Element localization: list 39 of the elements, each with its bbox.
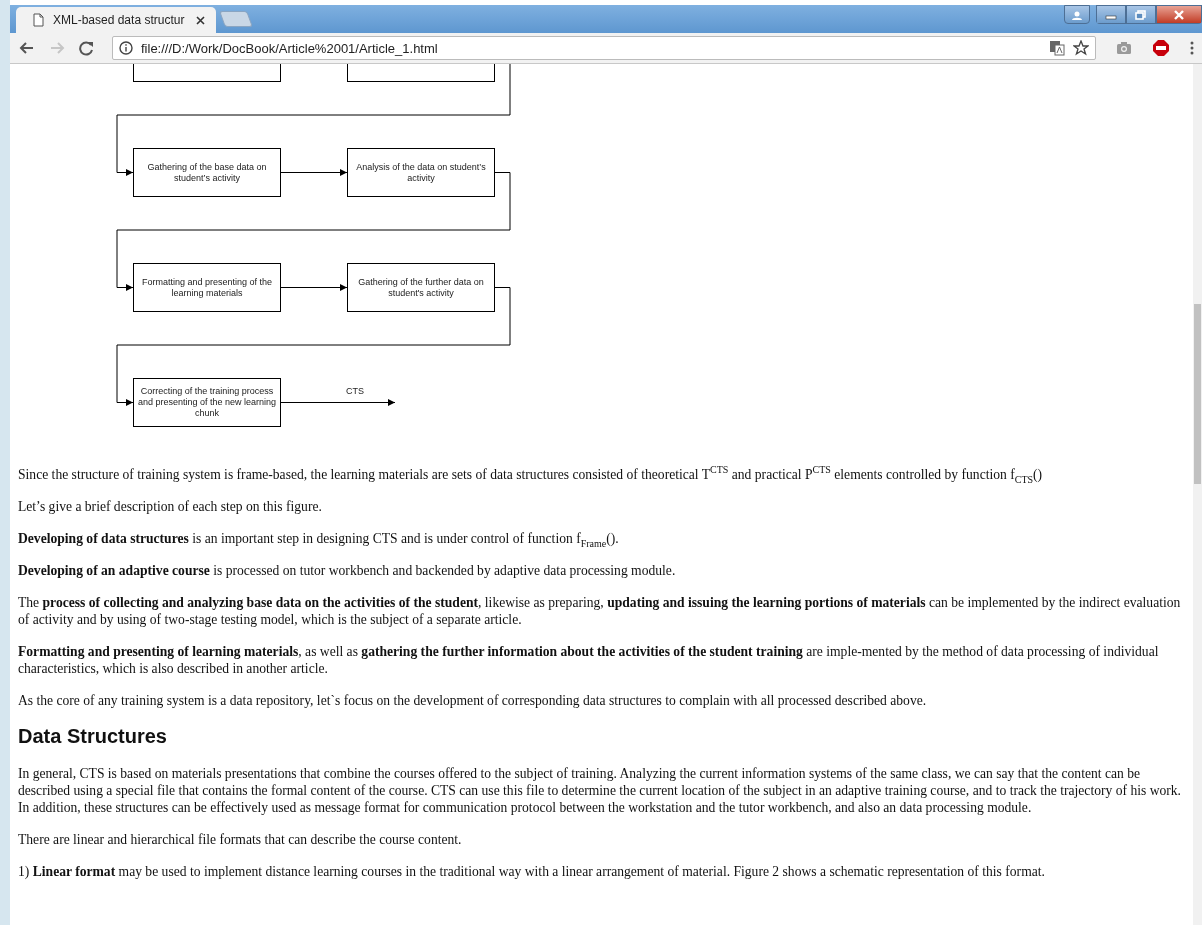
- paragraph: Developing of an adaptive course is processed on tutor workbench and backended by adaptive data processing module.: [18, 562, 677, 579]
- address-field[interactable]: file:///D:/Work/DocBook/Article%2001/Article_1.html: [112, 36, 1096, 60]
- adblock-icon[interactable]: [1152, 39, 1170, 57]
- minimize-button[interactable]: [1096, 5, 1126, 24]
- close-icon: [1173, 9, 1185, 20]
- info-icon[interactable]: [119, 41, 133, 55]
- paragraph: Developing of data structures is an important step in designing CTS and is under control of function f$_{Frame}$().: [18, 530, 620, 547]
- close-window-button[interactable]: [1156, 5, 1202, 24]
- browser-tab[interactable]: XML-based data structur: [16, 7, 216, 33]
- url-text: file:///D:/Work/DocBook/Article%2001/Article_1.html: [141, 40, 438, 56]
- paragraph: Let’s give a brief description of each step on this figure.: [18, 498, 323, 515]
- page-icon: [32, 13, 45, 27]
- paragraph: Formatting and presenting of learning materials, as well as gathering the further information about the activities of the student training are imple-mented by the method of data processing of individual characteristics, which is also described in another article.: [18, 643, 1160, 677]
- output-label: CTS: [346, 385, 364, 396]
- person-icon: [1071, 9, 1083, 20]
- paragraph: Since the structure of training system is frame-based, the learning materials are sets of data structures consisted of theoretical T$^{CTS}$ and practical P$^{CTS}$ elements controlled by function f$_{CTS}$(): [18, 466, 1044, 483]
- paragraph: In general, CTS is based on materials presentations that combine the courses offered to the subject of training. Analyzing the current information systems of the same class, we can say that the content can be described using a special file that contains the formal content of the course. CTS can use this file to determine the current location of the subject in an adaptive training course, and to track the trajectory of his work. In addition, these structures can be effectively used as message format for communication protocol between the workstation and the tutor workbench, and also an data processing module.: [18, 765, 1182, 816]
- flowchart-step: Gathering of the base data on student’s activity: [133, 148, 281, 197]
- restore-button[interactable]: [1126, 5, 1156, 24]
- reload-icon[interactable]: [78, 40, 96, 56]
- paragraph: There are linear and hierarchical file formats that can describe the course content.: [18, 831, 463, 848]
- close-icon[interactable]: [195, 14, 206, 26]
- flowchart-step: Analysis of the data on student’s activity: [347, 148, 495, 197]
- translate-icon[interactable]: [1049, 40, 1065, 56]
- scrollbar[interactable]: [1193, 64, 1202, 925]
- back-icon[interactable]: [18, 40, 36, 56]
- paragraph: The process of collecting and analyzing base data on the activities of the student, likewise as preparing, updating and issuing the learning portions of materials can be implemented by the indirect evaluation of activity and by using of two-stage testing model, which is the subject of a separate article.: [18, 594, 1182, 628]
- flowchart-step: Gathering of the further data on student's activity: [347, 263, 495, 312]
- paragraph: As the core of any training system is a data repository, let`s focus on the development of corresponding data structures to complain with all processed described above.: [18, 692, 928, 709]
- section-heading: Data Structures: [18, 724, 168, 748]
- profile-button[interactable]: [1064, 5, 1090, 24]
- paragraph: 1) Linear format may be used to implement distance learning courses in the traditional way with a linear arrangement of material. Figure 2 shows a schematic representation of this format.: [18, 863, 1046, 880]
- flowchart-step: Formatting and presenting of the learning materials: [133, 263, 281, 312]
- menu-icon[interactable]: [1190, 40, 1194, 56]
- restore-icon: [1135, 9, 1147, 20]
- flowchart-step: Correcting of the training process and presenting of the new learning chunk: [133, 378, 281, 427]
- star-icon[interactable]: [1073, 40, 1089, 56]
- tab-title: XML-based data structur: [53, 13, 186, 27]
- scrollbar-thumb[interactable]: [1194, 304, 1201, 484]
